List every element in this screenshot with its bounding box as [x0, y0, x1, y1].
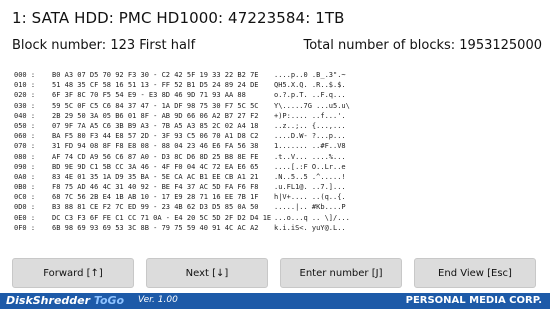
dump-hex: 31 FD 94 08 8F F8 E8 08 - 88 04 23 46 E6… — [52, 142, 259, 151]
dump-offset: 010 : — [14, 81, 36, 90]
button-bar: Forward [↑] Next [↓] Enter number [J] En… — [12, 258, 538, 290]
dump-row: 0F0 : 6B 98 69 93 69 53 3C 8B - 79 75 59 … — [14, 223, 364, 233]
next-button[interactable]: Next [↓] — [146, 258, 268, 288]
dump-ascii: .u.FL1@. ..7.]... — [274, 183, 346, 192]
dump-ascii: ....[.:F O..Lr..e — [274, 162, 346, 171]
dump-hex: B0 A3 07 D5 70 92 F3 30 - C2 42 5F 19 33… — [52, 71, 259, 79]
dump-row: 030 : 59 5C 0F C5 C6 84 37 47 - 1A DF 98 … — [14, 101, 364, 111]
dump-hex: BA F5 80 F3 44 E8 57 2D - 3F 93 C5 06 70… — [52, 132, 259, 141]
dump-row: 0C0 : 68 7C 56 2B E4 1B AB 10 - 17 E9 28 … — [14, 192, 364, 202]
block-info-row: Block number: 123 First half Total numbe… — [12, 38, 542, 56]
dump-row: 080 : AF 74 CD A9 56 C6 87 A0 - D3 8C D6 … — [14, 152, 364, 162]
dump-offset: 040 : — [14, 111, 36, 120]
enter-number-button[interactable]: Enter number [J] — [280, 258, 402, 288]
dump-offset: 080 : — [14, 152, 36, 161]
dump-hex: 2B 29 50 3A 05 B6 01 8F - AB 9D 66 06 A2… — [52, 111, 259, 120]
dump-ascii: 1....... ..#F..V8 — [274, 142, 346, 151]
dump-hex: 6F 3F 8C 70 F5 54 E9 - E3 8D 46 9D 71 93… — [52, 91, 246, 100]
dump-row: 0E0 : DC C3 F3 6F FE C1 CC 71 0A - E4 20 … — [14, 213, 364, 223]
dump-hex: AF 74 CD A9 56 C6 87 A0 - D3 8C D6 8D 25… — [52, 152, 259, 161]
dump-offset: 0B0 : — [14, 183, 36, 192]
dump-hex: DC C3 F3 6F FE C1 CC 71 0A - E4 20 5C 5D… — [52, 213, 272, 222]
dump-ascii: Y\.....7G ...u5.u\ — [274, 101, 350, 110]
dump-offset: 030 : — [14, 101, 36, 110]
dump-hex: 68 7C 56 2B E4 1B AB 10 - 17 E9 28 71 16… — [52, 193, 259, 202]
dump-ascii: h|V+.... ..(q..{. — [274, 193, 346, 202]
dump-offset: 070 : — [14, 142, 36, 151]
dump-row: 0A0 : 83 4E 01 35 1A D9 35 BA - 5E CA AC … — [14, 172, 364, 182]
dump-row: 060 : BA F5 80 F3 44 E8 57 2D - 3F 93 C5 … — [14, 131, 364, 141]
footer-bar: DiskShredder ToGo Ver. 1.00 PERSONAL MED… — [0, 293, 550, 309]
dump-hex: F8 75 AD 46 4C 31 40 92 - BE F4 37 AC 5D… — [52, 183, 259, 192]
app-name: DiskShredder ToGo — [6, 294, 124, 307]
dump-row: 000 : B0 A3 07 D5 70 92 F3 30 - C2 42 5F … — [14, 70, 364, 80]
dump-offset: 0C0 : — [14, 193, 36, 202]
dump-ascii: ..z..;.. {...,... — [274, 121, 346, 130]
dump-row: 040 : 2B 29 50 3A 05 B6 01 8F - AB 9D 66 … — [14, 111, 364, 121]
dump-offset: 090 : — [14, 162, 36, 171]
block-number-label: Block number: 123 First half — [12, 38, 196, 53]
dump-ascii: k.i.iS<. yuY@.L.. — [274, 223, 346, 232]
dump-hex: 6B 98 69 93 69 53 3C 8B - 79 75 59 40 91… — [52, 223, 259, 232]
app-version: Ver. 1.00 — [138, 295, 178, 305]
dump-ascii: .N..5..5 .^.....! — [274, 172, 346, 181]
dump-ascii: .t..V... ....%... — [274, 152, 346, 161]
dump-ascii: .....|.. #Kb....P — [274, 203, 346, 212]
dump-ascii: +)P:.... ..f...'. — [274, 111, 346, 120]
device-title: 1: SATA HDD: PMC HD1000: 47223584: 1TB — [12, 9, 345, 27]
app-name-accent: ToGo — [93, 294, 125, 307]
dump-ascii: o.?.p.T. ..F.q... — [274, 91, 346, 100]
end-view-button[interactable]: End View [Esc] — [414, 258, 536, 288]
company-name: PERSONAL MEDIA CORP. — [405, 295, 542, 306]
dump-ascii: QH5.X.Q. .R..$.$. — [274, 81, 346, 90]
dump-row: 050 : 07 9F 7A A5 C6 3B B9 A3 - 7B A5 A3 … — [14, 121, 364, 131]
dump-offset: 0F0 : — [14, 223, 36, 232]
dump-hex: 07 9F 7A A5 C6 3B B9 A3 - 7B A5 A3 85 2C… — [52, 121, 259, 130]
dump-hex: BD 9E 9D C1 5B CC 3A 46 - 4F F0 04 4C 72… — [52, 162, 259, 171]
dump-row: 070 : 31 FD 94 08 8F F8 E8 08 - 88 04 23 … — [14, 141, 364, 151]
dump-hex: 51 48 35 CF 58 16 51 13 - FF 52 B1 D5 24… — [52, 81, 259, 90]
dump-row: 0B0 : F8 75 AD 46 4C 31 40 92 - BE F4 37 … — [14, 182, 364, 192]
dump-ascii: ...o...q .. \]/... — [274, 213, 350, 222]
dump-hex: 83 4E 01 35 1A D9 35 BA - 5E CA AC B1 EE… — [52, 172, 259, 181]
dump-row: 010 : 51 48 35 CF 58 16 51 13 - FF 52 B1 … — [14, 80, 364, 90]
total-blocks-label: Total number of blocks: 1953125000 — [303, 38, 542, 53]
dump-offset: 0A0 : — [14, 172, 36, 181]
dump-offset: 050 : — [14, 121, 36, 130]
dump-offset: 020 : — [14, 91, 36, 100]
dump-offset: 0E0 : — [14, 213, 36, 222]
dump-ascii: ....p..0 .B_.3".~ — [274, 71, 346, 79]
dump-offset: 000 : — [14, 71, 36, 79]
hex-dump: 000 : B0 A3 07 D5 70 92 F3 30 - C2 42 5F … — [14, 70, 364, 233]
dump-row: 0D0 : B3 88 81 CE F2 7C ED 99 - 23 4B 62 … — [14, 202, 364, 212]
dump-offset: 0D0 : — [14, 203, 36, 212]
dump-hex: B3 88 81 CE F2 7C ED 99 - 23 4B 62 D3 D5… — [52, 203, 259, 212]
dump-hex: 59 5C 0F C5 C6 84 37 47 - 1A DF 98 75 30… — [52, 101, 259, 110]
dump-offset: 060 : — [14, 132, 36, 141]
forward-button[interactable]: Forward [↑] — [12, 258, 134, 288]
dump-row: 090 : BD 9E 9D C1 5B CC 3A 46 - 4F F0 04 … — [14, 162, 364, 172]
dump-row: 020 : 6F 3F 8C 70 F5 54 E9 - E3 8D 46 9D … — [14, 90, 364, 100]
dump-ascii: ....D.W- ?...p... — [274, 132, 346, 141]
app-name-main: DiskShredder — [6, 294, 94, 307]
